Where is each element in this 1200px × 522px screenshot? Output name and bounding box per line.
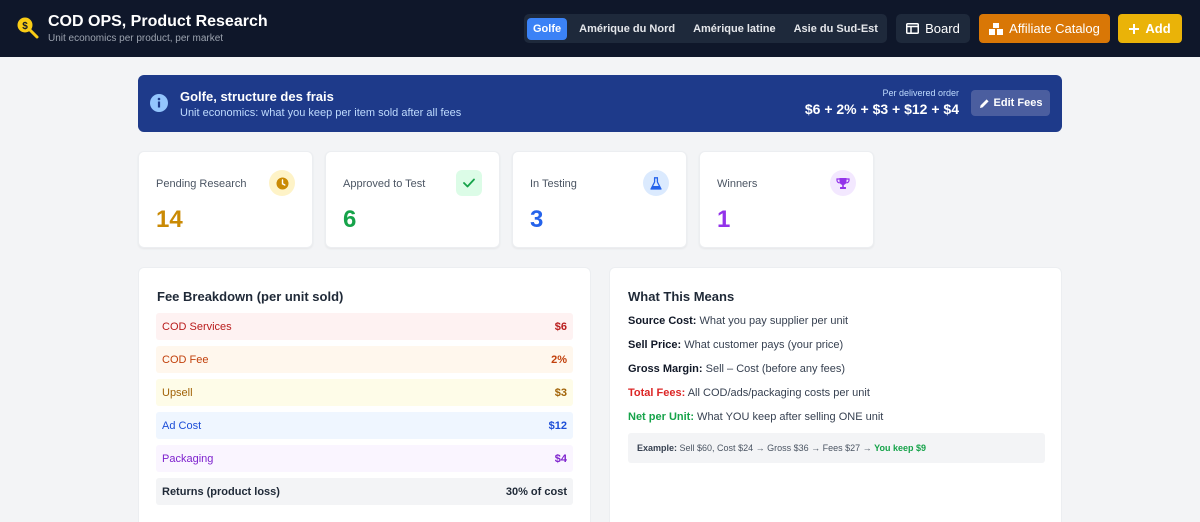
add-button[interactable]: Add — [1118, 14, 1182, 43]
pencil-icon — [979, 98, 989, 108]
meaning-desc: What customer pays (your price) — [681, 339, 844, 351]
market-tab-asie-du-sud-est[interactable]: Asie du Sud-Est — [788, 18, 884, 40]
fee-formula: $6 + 2% + $3 + $12 + $4 — [804, 101, 959, 117]
fee-row-returns: Returns (product loss) 30% of cost — [156, 478, 573, 505]
fee-structure-banner: Golfe, structure des frais Unit economic… — [138, 75, 1062, 132]
stat-value: 6 — [343, 206, 357, 233]
board-button[interactable]: Board — [896, 14, 970, 43]
fee-label: Returns (product loss) — [162, 485, 280, 498]
meaning-term: Gross Margin: — [628, 363, 703, 375]
fee-breakdown-panel: Fee Breakdown (per unit sold) COD Servic… — [138, 267, 591, 522]
meaning-term: Sell Price: — [628, 339, 682, 351]
fee-row-cod-services: COD Services $6 — [156, 313, 573, 340]
meaning-term: Net per Unit: — [628, 411, 694, 423]
money-search-icon: $ — [17, 17, 39, 39]
meaning-term: Total Fees: — [628, 387, 686, 399]
what-this-means-title: What This Means — [628, 289, 735, 304]
fee-label: COD Fee — [162, 353, 209, 366]
boxes-icon — [989, 22, 1004, 35]
fee-value: $12 — [548, 419, 567, 432]
stat-label: Pending Research — [156, 178, 247, 190]
edit-fees-button[interactable]: Edit Fees — [971, 90, 1050, 116]
fee-value: 2% — [551, 353, 567, 366]
stat-label: Winners — [717, 178, 758, 190]
meaning-line-net-per-unit: Net per Unit: What YOU keep after sellin… — [628, 411, 883, 423]
fee-value: 30% of cost — [505, 485, 567, 498]
stat-label: In Testing — [530, 178, 577, 190]
affiliate-catalog-button[interactable]: Affiliate Catalog — [979, 14, 1110, 43]
flask-icon — [643, 170, 669, 196]
fee-label: Packaging — [162, 452, 214, 465]
stat-card-pending-research[interactable]: Pending Research 14 — [138, 151, 313, 248]
fee-value: $4 — [554, 452, 567, 465]
example-label: Example: — [637, 443, 678, 453]
market-tab-amerique-latine[interactable]: Amérique latine — [687, 18, 782, 40]
app-subtitle: Unit economics per product, per market — [48, 33, 224, 44]
what-this-means-panel: What This Means Source Cost: What you pa… — [609, 267, 1062, 522]
market-tab-amerique-du-nord[interactable]: Amérique du Nord — [573, 18, 681, 40]
trophy-icon — [830, 170, 856, 196]
fee-label: Ad Cost — [162, 419, 202, 432]
svg-text:$: $ — [22, 21, 28, 32]
stat-card-in-testing[interactable]: In Testing 3 — [512, 151, 687, 248]
fee-label: Upsell — [162, 386, 193, 399]
banner-title: Golfe, structure des frais — [180, 89, 334, 104]
affiliate-catalog-label: Affiliate Catalog — [1009, 21, 1100, 36]
fee-breakdown-title: Fee Breakdown (per unit sold) — [157, 289, 344, 304]
meaning-desc: Sell – Cost (before any fees) — [702, 363, 846, 375]
board-label: Board — [925, 21, 960, 36]
fee-row-upsell: Upsell $3 — [156, 379, 573, 406]
fee-row-packaging: Packaging $4 — [156, 445, 573, 472]
meaning-line-source-cost: Source Cost: What you pay supplier per u… — [628, 315, 848, 327]
fee-value: $3 — [554, 386, 567, 399]
example-text: Sell $60, Cost $24 → Gross $36 → Fees $2… — [677, 443, 875, 453]
example-result: You keep $9 — [874, 443, 926, 453]
banner-subtitle: Unit economics: what you keep per item s… — [180, 107, 462, 119]
meaning-desc: What you pay supplier per unit — [696, 315, 849, 327]
fee-value: $6 — [554, 320, 567, 333]
add-label: Add — [1145, 21, 1171, 36]
stat-value: 3 — [530, 206, 544, 233]
market-tabs: Golfe Amérique du Nord Amérique latine A… — [524, 14, 887, 43]
fee-row-cod-fee: COD Fee 2% — [156, 346, 573, 373]
fee-label: COD Services — [162, 320, 232, 333]
meaning-term: Source Cost: — [628, 315, 697, 327]
meaning-line-total-fees: Total Fees: All COD/ads/packaging costs … — [628, 387, 870, 399]
example-box: Example: Sell $60, Cost $24 → Gross $36 … — [628, 433, 1045, 463]
meaning-line-sell-price: Sell Price: What customer pays (your pri… — [628, 339, 843, 351]
board-icon — [906, 23, 920, 34]
market-tab-golfe[interactable]: Golfe — [527, 17, 568, 40]
meaning-desc: All COD/ads/packaging costs per unit — [685, 387, 870, 399]
top-bar: $ COD OPS, Product Research Unit economi… — [0, 0, 1200, 57]
stat-value: 14 — [156, 206, 183, 233]
stat-card-winners[interactable]: Winners 1 — [699, 151, 874, 248]
edit-fees-label: Edit Fees — [993, 97, 1043, 109]
stat-value: 1 — [717, 206, 731, 233]
stat-label: Approved to Test — [343, 178, 426, 190]
info-icon — [150, 94, 168, 112]
fee-row-ad-cost: Ad Cost $12 — [156, 412, 573, 439]
clock-icon — [269, 170, 295, 196]
check-icon — [456, 170, 482, 196]
meaning-desc: What YOU keep after selling ONE unit — [694, 411, 884, 423]
app-title: COD OPS, Product Research — [48, 13, 268, 30]
plus-icon — [1129, 23, 1140, 34]
formula-label: Per delivered order — [882, 88, 959, 98]
stat-card-approved-to-test[interactable]: Approved to Test 6 — [325, 151, 500, 248]
meaning-line-gross-margin: Gross Margin: Sell – Cost (before any fe… — [628, 363, 845, 375]
